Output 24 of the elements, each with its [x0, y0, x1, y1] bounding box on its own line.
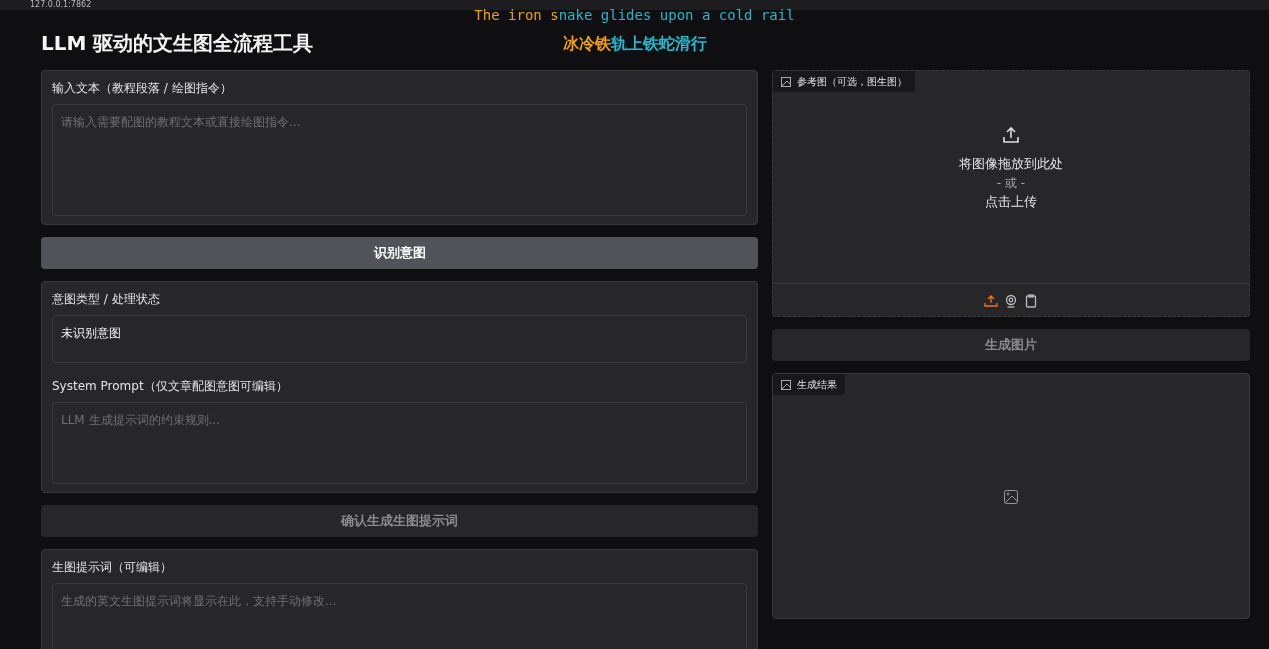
lyric-text: The iron s	[474, 7, 559, 23]
click-upload-text[interactable]: 点击上传	[985, 191, 1037, 211]
or-text: - 或 -	[996, 174, 1026, 192]
upload-icon[interactable]	[1002, 126, 1020, 144]
system-prompt-field[interactable]: LLM 生成提示词的约束规则...	[52, 402, 747, 484]
input-field[interactable]: 请输入需要配图的教程文本或直接绘图指令...	[52, 104, 747, 216]
image-icon	[781, 379, 791, 390]
panel-label: 参考图（可选，图生图）	[797, 75, 907, 89]
field-label: 生图提示词（可编辑）	[52, 559, 172, 576]
page-title: LLM 驱动的文生图全流程工具	[41, 30, 314, 56]
drop-text: 将图像拖放到此处	[959, 155, 1063, 173]
url-text: 127.0.0.1:7862	[30, 0, 92, 10]
lyric-text: 冰冷铁	[562, 34, 611, 53]
field-label: System Prompt（仅文章配图意图可编辑）	[52, 378, 288, 395]
field-label: 意图类型 / 处理状态	[52, 291, 160, 308]
intent-field[interactable]: 未识别意图	[52, 315, 747, 363]
detect-intent-button[interactable]: 识别意图	[41, 237, 758, 269]
panel-label: 生成结果	[797, 378, 837, 392]
image-icon	[781, 76, 791, 87]
field-label: 输入文本（教程段落 / 绘图指令）	[52, 80, 232, 97]
image-placeholder-icon	[1004, 489, 1018, 504]
lyric-text: 轨上铁蛇滑行	[610, 34, 707, 53]
prompt-field[interactable]: 生成的英文生图提示词将显示在此，支持手动修改...	[52, 583, 747, 649]
lyric-text: nake glides upon a cold rail	[558, 7, 795, 23]
